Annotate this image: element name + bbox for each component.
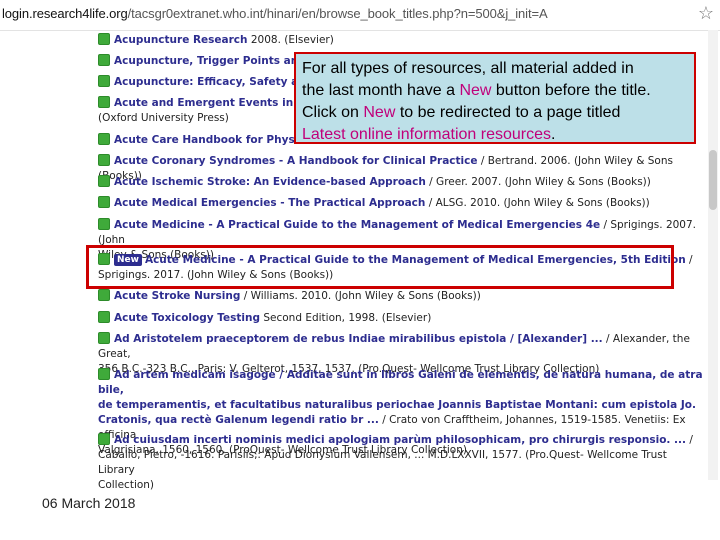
book-info: Caballo, Pietro, -1616. Parisiis,: Apud …	[98, 449, 667, 476]
callout-text: .	[551, 126, 556, 143]
book-info: /	[686, 434, 693, 446]
resource-bullet-icon	[98, 218, 110, 230]
slide-date: 06 March 2018	[42, 495, 136, 511]
book-title-link[interactable]: Acupuncture: Efficacy, Safety an	[114, 76, 306, 88]
list-item: Acute Toxicology Testing Second Edition,…	[98, 311, 704, 326]
resource-bullet-icon	[98, 96, 110, 108]
book-title-link[interactable]: Ad artem medicam isagoge / Additae sunt …	[98, 369, 703, 396]
book-title-link[interactable]: Acute Care Handbook for Physic	[114, 134, 305, 146]
book-title-link[interactable]: Acute Ischemic Stroke: An Evidence-based…	[114, 176, 426, 188]
list-item: Acute Medical Emergencies - The Practica…	[98, 196, 704, 211]
book-info: (Oxford University Press)	[98, 112, 229, 124]
resource-bullet-icon	[98, 289, 110, 301]
resource-bullet-icon	[98, 175, 110, 187]
book-title-link-cont[interactable]: de temperamentis, et facultatibus natura…	[98, 399, 696, 411]
instruction-callout: For all types of resources, all material…	[294, 52, 696, 144]
book-title-link[interactable]: Acute Coronary Syndromes - A Handbook fo…	[114, 155, 477, 167]
book-title-link[interactable]: Ad cuiusdam incerti nominis medici apolo…	[114, 434, 686, 446]
callout-new-word: New	[459, 82, 492, 99]
callout-text: Click on	[302, 104, 364, 121]
callout-line: Click on New to be redirected to a page …	[302, 102, 688, 124]
book-title-link[interactable]: Ad Aristotelem praeceptorem de rebus Ind…	[114, 333, 603, 345]
resource-bullet-icon	[98, 196, 110, 208]
resource-bullet-icon	[98, 133, 110, 145]
callout-line: the last month have a New button before …	[302, 80, 688, 102]
callout-text: button before the title.	[491, 82, 651, 99]
book-title-link[interactable]: Acute Medicine - A Practical Guide to th…	[114, 219, 600, 231]
url-text[interactable]: login.research4life.org/tacsgr0extranet.…	[2, 6, 548, 21]
callout-text: the last month have a	[302, 82, 460, 99]
book-title-link-cont[interactable]: Cratonis, qua rectè Galenum legendi rati…	[98, 414, 379, 426]
book-title-link[interactable]: Acupuncture, Trigger Points and	[114, 55, 306, 67]
book-info: /	[685, 254, 693, 266]
list-item: Acute Stroke Nursing / Williams. 2010. (…	[98, 289, 704, 304]
resource-bullet-icon	[98, 332, 110, 344]
book-title-link[interactable]: Acute Medical Emergencies - The Practica…	[114, 197, 425, 209]
book-info: / Williams. 2010. (John Wiley & Sons (Bo…	[240, 290, 481, 302]
list-item: Acute Ischemic Stroke: An Evidence-based…	[98, 175, 704, 190]
resource-bullet-icon	[98, 33, 110, 45]
resource-bullet-icon	[98, 54, 110, 66]
book-info: 2008. (Elsevier)	[247, 34, 334, 46]
book-info: Second Edition, 1998. (Elsevier)	[260, 312, 432, 324]
address-bar[interactable]: login.research4life.org/tacsgr0extranet.…	[0, 0, 720, 31]
list-item: Ad cuiusdam incerti nominis medici apolo…	[98, 433, 704, 493]
callout-new-word: New	[363, 104, 396, 121]
resource-bullet-icon	[98, 154, 110, 166]
resource-bullet-icon	[98, 75, 110, 87]
url-host: login.research4life.org	[2, 6, 128, 21]
url-path: /tacsgr0extranet.who.int/hinari/en/brows…	[127, 6, 548, 21]
new-entry-highlight-frame	[86, 245, 674, 289]
book-info: / Greer. 2007. (John Wiley & Sons (Books…	[425, 176, 651, 188]
book-info: Collection)	[98, 479, 155, 491]
bookmark-star-icon[interactable]: ☆	[698, 3, 714, 24]
callout-line: For all types of resources, all material…	[302, 60, 634, 77]
book-title-link[interactable]: Acute Toxicology Testing	[114, 312, 260, 324]
book-title-link[interactable]: Acute and Emergent Events in Sl	[114, 97, 308, 109]
resource-bullet-icon	[98, 368, 110, 380]
callout-text: to be redirected to a page titled	[395, 104, 621, 121]
callout-line: Latest online information resources.	[302, 124, 688, 146]
book-title-link[interactable]: Acute Stroke Nursing	[114, 290, 240, 302]
scrollbar-thumb[interactable]	[709, 150, 717, 210]
vertical-scrollbar[interactable]	[708, 30, 718, 480]
book-info: / ALSG. 2010. (John Wiley & Sons (Books)…	[425, 197, 650, 209]
resource-bullet-icon	[98, 433, 110, 445]
book-title-link[interactable]: Acupuncture Research	[114, 34, 248, 46]
callout-page-title: Latest online information resources	[302, 126, 552, 143]
resource-bullet-icon	[98, 311, 110, 323]
list-item: Acupuncture Research 2008. (Elsevier)	[98, 33, 704, 48]
